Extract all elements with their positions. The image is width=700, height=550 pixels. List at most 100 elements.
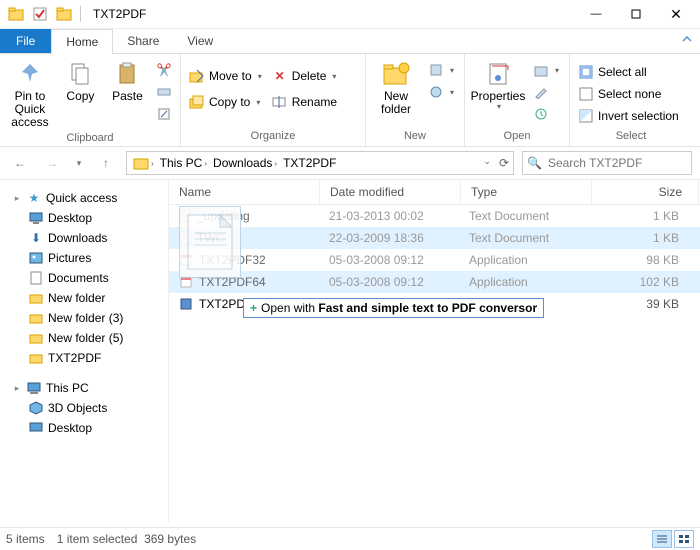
maximize-button[interactable] (616, 0, 656, 28)
file-icon (179, 209, 191, 223)
folder-icon (28, 330, 44, 346)
icons-view-button[interactable] (674, 530, 694, 548)
file-row[interactable]: TXT2PDF6405-03-2008 09:12Application102 … (169, 271, 700, 293)
file-name: TXT2PDF64 (199, 275, 266, 289)
path-icon (156, 84, 172, 100)
select-none-button[interactable]: Select none (576, 84, 681, 104)
file-icon (179, 253, 193, 267)
titlebar: TXT2PDF — ✕ (0, 0, 700, 29)
invert-selection-button[interactable]: Invert selection (576, 106, 681, 126)
new-item-button[interactable]: ▾ (426, 60, 456, 80)
easy-access-icon (428, 84, 444, 100)
file-type: Text Document (459, 231, 589, 245)
close-button[interactable]: ✕ (656, 0, 696, 28)
sidebar-item[interactable]: New folder (4, 288, 164, 308)
move-to-button[interactable]: Move to▾ (187, 66, 264, 86)
col-size[interactable]: Size (592, 180, 699, 204)
open-icon (533, 62, 549, 78)
breadcrumb-seg[interactable]: This PC› (158, 156, 209, 170)
refresh-icon[interactable]: ⟳ (499, 156, 509, 170)
search-box[interactable]: 🔍 (522, 151, 692, 175)
recent-button[interactable]: ▾ (72, 151, 86, 175)
file-size: 1 KB (589, 209, 695, 223)
folder-icon (28, 310, 44, 326)
sidebar-quick-access[interactable]: ▸★Quick access (4, 188, 164, 208)
sidebar-item[interactable]: New folder (5) (4, 328, 164, 348)
paste-button[interactable]: Paste (107, 58, 148, 103)
rename-icon (272, 94, 288, 110)
tab-view[interactable]: View (173, 29, 227, 53)
paste-icon (113, 60, 141, 88)
col-name[interactable]: Name (169, 180, 320, 204)
collapse-ribbon-icon[interactable] (680, 32, 694, 46)
file-area[interactable]: Name Date modified Type Size _updating21… (169, 180, 700, 522)
address-row: ← → ▾ ↑ › This PC› Downloads› TXT2PDF ⌄ … (0, 147, 700, 180)
selection-count: 1 item selected 369 bytes (57, 532, 196, 546)
history-button[interactable] (531, 104, 561, 124)
up-button[interactable]: ↑ (94, 151, 118, 175)
checkbox-icon[interactable] (32, 6, 48, 22)
pin-to-quick-access-button[interactable]: Pin to Quick access (6, 58, 54, 130)
back-button[interactable]: ← (8, 151, 32, 175)
sidebar-item[interactable]: 3D Objects (4, 398, 164, 418)
file-name: TWC (197, 231, 224, 245)
col-date[interactable]: Date modified (320, 180, 461, 204)
downloads-icon: ⬇ (28, 230, 44, 246)
properties-icon (484, 60, 512, 88)
minimize-button[interactable]: — (576, 0, 616, 28)
breadcrumb-dropdown-icon[interactable]: ⌄ (483, 156, 491, 170)
file-type: Text Document (459, 209, 589, 223)
pictures-icon (28, 250, 44, 266)
shortcut-icon (156, 106, 172, 122)
folder-icon (28, 350, 44, 366)
delete-icon: ✕ (272, 68, 288, 84)
group-label: Organize (187, 128, 359, 142)
sidebar-item[interactable]: TXT2PDF (4, 348, 164, 368)
file-date: 05-03-2008 09:12 (319, 253, 459, 267)
sidebar-item[interactable]: Pictures (4, 248, 164, 268)
ribbon-tabs: File Home Share View (0, 29, 700, 54)
paste-shortcut-button[interactable] (154, 104, 174, 124)
breadcrumb-seg[interactable]: TXT2PDF (281, 156, 338, 170)
tab-file[interactable]: File (0, 29, 51, 53)
cut-button[interactable]: ✂️ (154, 60, 174, 80)
group-label: Open (471, 128, 563, 142)
folder-icon (8, 6, 24, 22)
copy-path-button[interactable] (154, 82, 174, 102)
copy-button[interactable]: Copy (60, 58, 101, 103)
copy-to-button[interactable]: Copy to▾ (187, 92, 264, 112)
sidebar-item[interactable]: New folder (3) (4, 308, 164, 328)
sidebar-item[interactable]: Desktop (4, 418, 164, 438)
sidebar-item[interactable]: Desktop (4, 208, 164, 228)
sidebar-this-pc[interactable]: ▸This PC (4, 378, 164, 398)
details-view-button[interactable] (652, 530, 672, 548)
sidebar-item[interactable]: ⬇Downloads (4, 228, 164, 248)
properties-button[interactable]: Properties▾ (471, 58, 525, 112)
easy-access-button[interactable]: ▾ (426, 82, 456, 102)
window-title: TXT2PDF (93, 7, 146, 21)
moveto-icon (189, 68, 205, 84)
file-row[interactable]: TWC22-03-2009 18:36Text Document1 KB (169, 227, 700, 249)
edit-button[interactable] (531, 82, 561, 102)
file-row[interactable]: _updating21-03-2013 00:02Text Document1 … (169, 205, 700, 227)
new-folder-button[interactable]: New folder (372, 58, 420, 116)
tab-share[interactable]: Share (113, 29, 173, 53)
file-date: 21-03-2013 00:02 (319, 209, 459, 223)
open-button[interactable]: ▾ (531, 60, 561, 80)
forward-button[interactable]: → (40, 151, 64, 175)
address-bar[interactable]: › This PC› Downloads› TXT2PDF ⌄ ⟳ (126, 151, 514, 175)
file-row[interactable]: TXT2PDF3205-03-2008 09:12Application98 K… (169, 249, 700, 271)
status-bar: 5 items 1 item selected 369 bytes (0, 527, 700, 550)
ribbon: Pin to Quick access Copy Paste ✂️ Clipbo… (0, 54, 700, 147)
rename-button[interactable]: Rename (270, 92, 339, 112)
sidebar-item[interactable]: Documents (4, 268, 164, 288)
delete-button[interactable]: ✕Delete▾ (270, 66, 339, 86)
edit-icon (533, 84, 549, 100)
search-input[interactable] (546, 155, 687, 171)
breadcrumb-seg[interactable]: Downloads› (211, 156, 279, 170)
select-none-icon (578, 86, 594, 102)
col-type[interactable]: Type (461, 180, 592, 204)
drag-tooltip: + Open with Fast and simple text to PDF … (243, 298, 544, 318)
select-all-button[interactable]: Select all (576, 62, 681, 82)
tab-home[interactable]: Home (51, 29, 113, 54)
